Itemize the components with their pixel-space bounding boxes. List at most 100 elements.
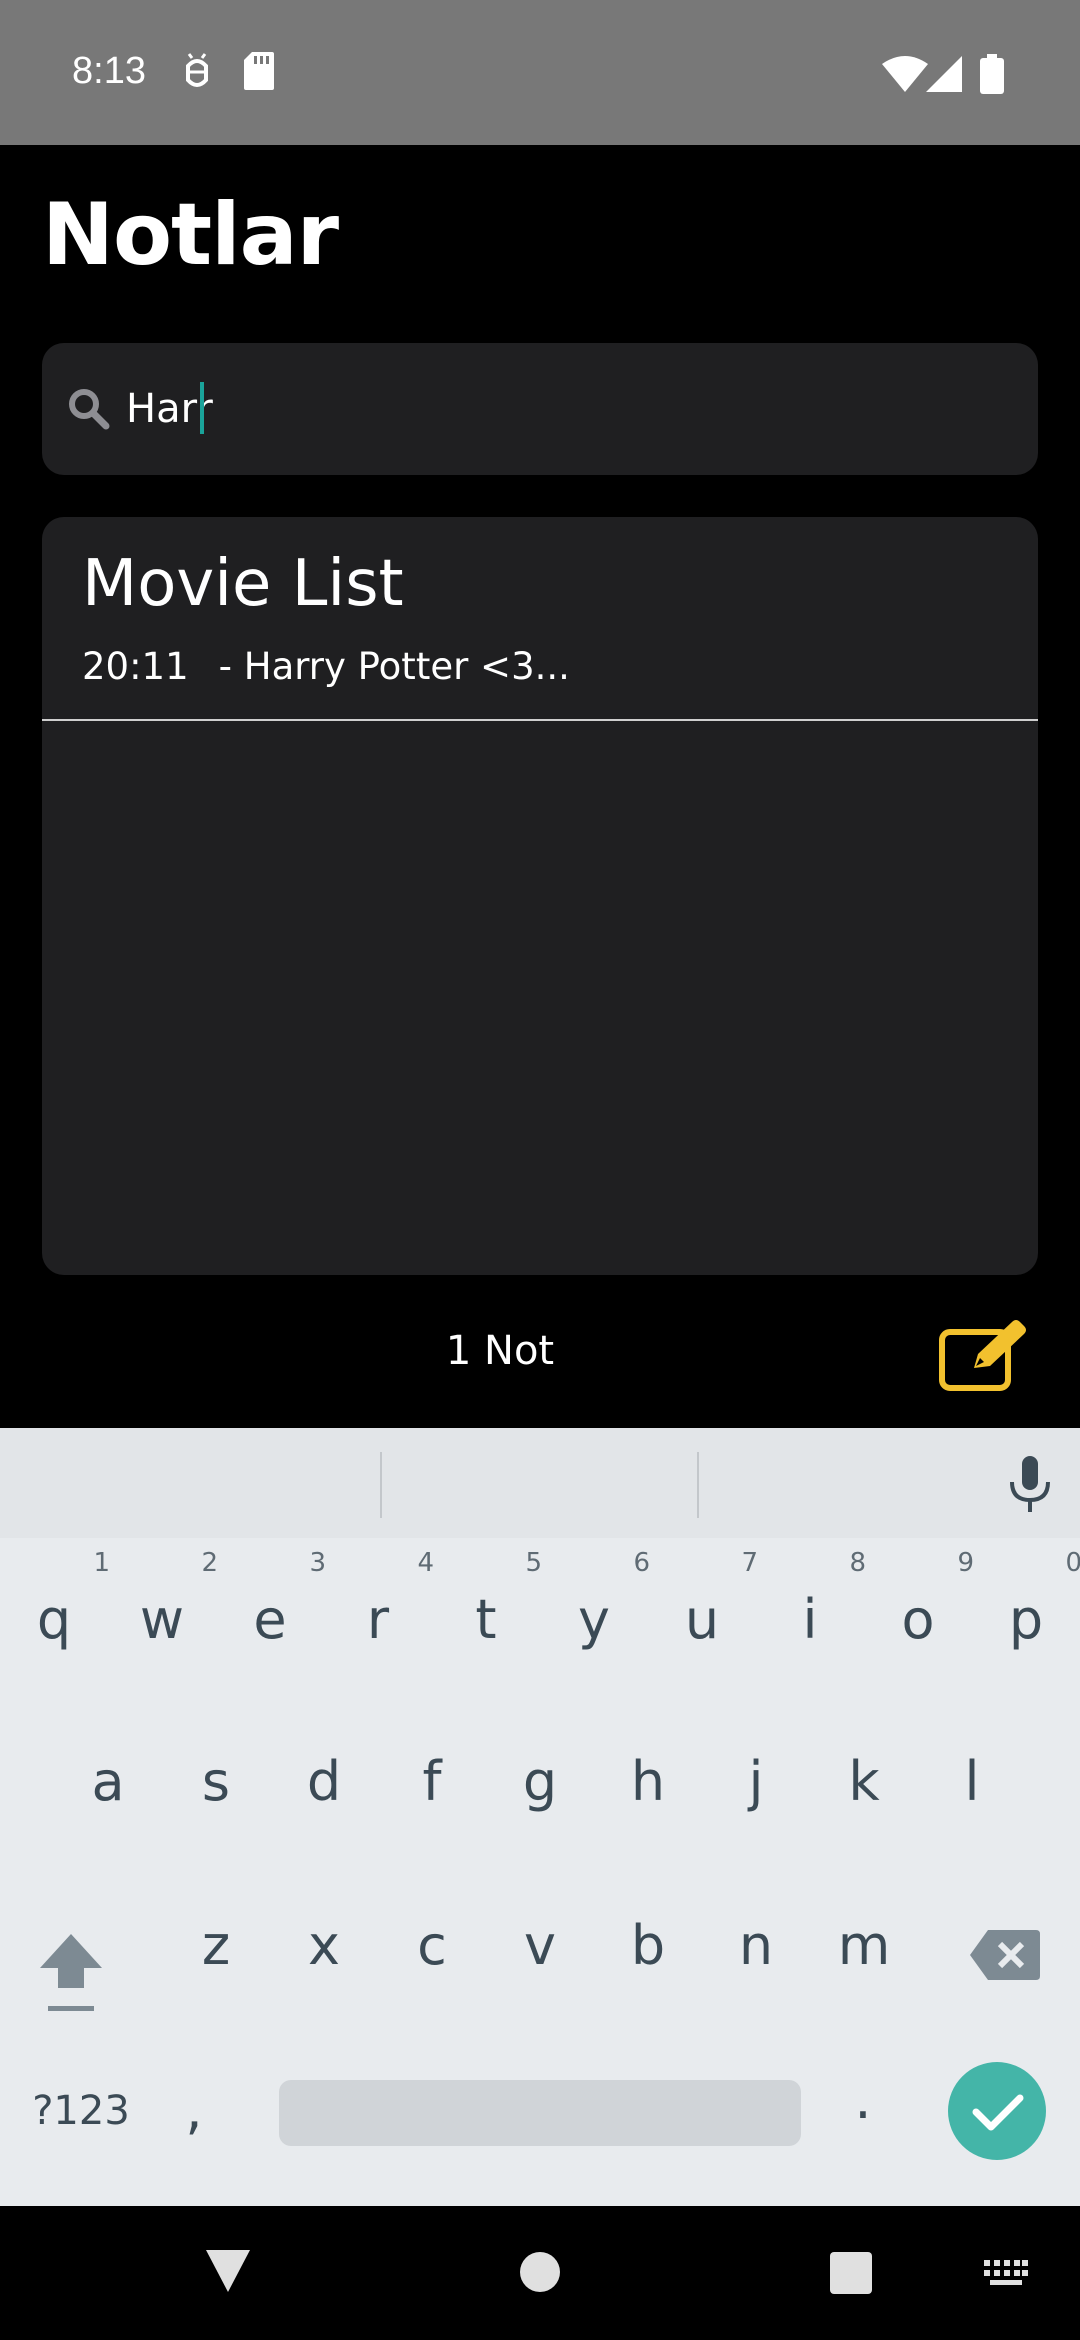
key-label: l — [964, 1750, 980, 1813]
key-hint: 1 — [93, 1548, 110, 1578]
list-item[interactable]: Movie List 20:11 - Harry Potter <3... — [42, 517, 1038, 721]
key-label: k — [848, 1750, 880, 1813]
key-label: f — [422, 1750, 442, 1813]
key-hint: 3 — [309, 1548, 326, 1578]
key-label: n — [738, 1914, 774, 1977]
key-label: w — [139, 1588, 185, 1651]
status-bar: 8:13 — [0, 0, 1080, 145]
search-bar[interactable] — [42, 343, 1038, 475]
comma-key[interactable]: , — [164, 2078, 224, 2141]
symbols-key[interactable]: ?123 — [26, 2088, 136, 2134]
search-icon — [68, 388, 110, 434]
key-label: m — [837, 1914, 891, 1977]
key-w[interactable]: w2 — [108, 1548, 218, 1651]
key-l[interactable]: l — [918, 1750, 1026, 1813]
back-icon[interactable] — [206, 2250, 250, 2296]
key-label: q — [36, 1588, 72, 1651]
enter-key[interactable] — [948, 2062, 1046, 2160]
key-k[interactable]: k — [810, 1750, 918, 1813]
key-q[interactable]: q1 — [0, 1548, 110, 1651]
wifi-icon — [882, 56, 928, 96]
key-h[interactable]: h — [594, 1750, 702, 1813]
key-hint: 7 — [741, 1548, 758, 1578]
note-meta: 20:11 - Harry Potter <3... — [82, 645, 570, 688]
key-label: j — [748, 1750, 764, 1813]
key-label: e — [253, 1588, 287, 1651]
note-count: 1 Not — [445, 1328, 555, 1374]
key-label: p — [1008, 1588, 1044, 1651]
status-time: 8:13 — [72, 50, 146, 92]
key-c[interactable]: c — [378, 1914, 486, 1977]
debug-icon — [180, 52, 214, 96]
key-hint: 5 — [525, 1548, 542, 1578]
suggestion-divider — [380, 1452, 382, 1518]
key-label: y — [578, 1588, 610, 1651]
recents-icon[interactable] — [830, 2252, 872, 2298]
key-z[interactable]: z — [162, 1914, 270, 1977]
key-a[interactable]: a — [54, 1750, 162, 1813]
key-v[interactable]: v — [486, 1914, 594, 1977]
suggestion-divider — [697, 1452, 699, 1518]
key-r[interactable]: r4 — [324, 1548, 434, 1651]
key-label: h — [630, 1750, 666, 1813]
home-icon[interactable] — [520, 2252, 560, 2296]
edit-icon — [939, 1320, 1026, 1391]
key-label: t — [475, 1588, 497, 1651]
key-s[interactable]: s — [162, 1750, 270, 1813]
key-m[interactable]: m — [810, 1914, 918, 1977]
soft-keyboard: ?123 , . q1w2e3r4t5y6u7i8o9p0asdfghjklzx… — [0, 1428, 1080, 2206]
key-label: c — [417, 1914, 447, 1977]
backspace-key[interactable] — [970, 1930, 1040, 1984]
key-x[interactable]: x — [270, 1914, 378, 1977]
key-j[interactable]: j — [702, 1750, 810, 1813]
key-label: i — [802, 1588, 818, 1651]
key-hint: 4 — [417, 1548, 434, 1578]
key-f[interactable]: f — [378, 1750, 486, 1813]
checkmark-icon — [972, 2094, 1024, 2131]
battery-icon — [980, 54, 1004, 98]
key-e[interactable]: e3 — [216, 1548, 326, 1651]
sd-card-icon — [244, 52, 274, 94]
key-label: u — [684, 1588, 720, 1651]
key-hint: 2 — [201, 1548, 218, 1578]
search-input[interactable] — [126, 343, 1006, 475]
key-hint: 9 — [957, 1548, 974, 1578]
key-t[interactable]: t5 — [432, 1548, 542, 1651]
key-label: g — [522, 1750, 558, 1813]
key-label: v — [524, 1914, 556, 1977]
key-label: z — [201, 1914, 231, 1977]
key-u[interactable]: u7 — [648, 1548, 758, 1651]
key-i[interactable]: i8 — [756, 1548, 866, 1651]
key-hint: 6 — [633, 1548, 650, 1578]
key-label: a — [91, 1750, 125, 1813]
key-label: d — [306, 1750, 342, 1813]
key-n[interactable]: n — [702, 1914, 810, 1977]
key-label: r — [366, 1588, 390, 1651]
note-preview: - Harry Potter <3... — [218, 645, 570, 688]
microphone-icon[interactable] — [1008, 1456, 1052, 1516]
key-label: x — [308, 1914, 340, 1977]
key-b[interactable]: b — [594, 1914, 702, 1977]
note-time: 20:11 — [82, 645, 189, 688]
navigation-bar — [0, 2206, 1080, 2340]
key-label: o — [901, 1588, 935, 1651]
key-hint: 8 — [849, 1548, 866, 1578]
signal-icon — [926, 56, 962, 96]
key-hint: 0 — [1065, 1548, 1080, 1578]
compose-button[interactable] — [938, 1318, 1028, 1394]
page-title: Notlar — [42, 185, 339, 285]
space-key[interactable] — [279, 2080, 801, 2146]
key-label: s — [201, 1750, 231, 1813]
key-d[interactable]: d — [270, 1750, 378, 1813]
keyboard-switch-icon[interactable] — [984, 2260, 1028, 2292]
text-cursor — [200, 382, 204, 434]
key-g[interactable]: g — [486, 1750, 594, 1813]
period-key[interactable]: . — [833, 2068, 893, 2131]
key-y[interactable]: y6 — [540, 1548, 650, 1651]
key-label: b — [630, 1914, 666, 1977]
suggestion-strip — [0, 1428, 1080, 1538]
shift-key[interactable] — [36, 1930, 106, 2020]
notes-list: Movie List 20:11 - Harry Potter <3... — [42, 517, 1038, 1275]
key-o[interactable]: o9 — [864, 1548, 974, 1651]
key-p[interactable]: p0 — [972, 1548, 1080, 1651]
